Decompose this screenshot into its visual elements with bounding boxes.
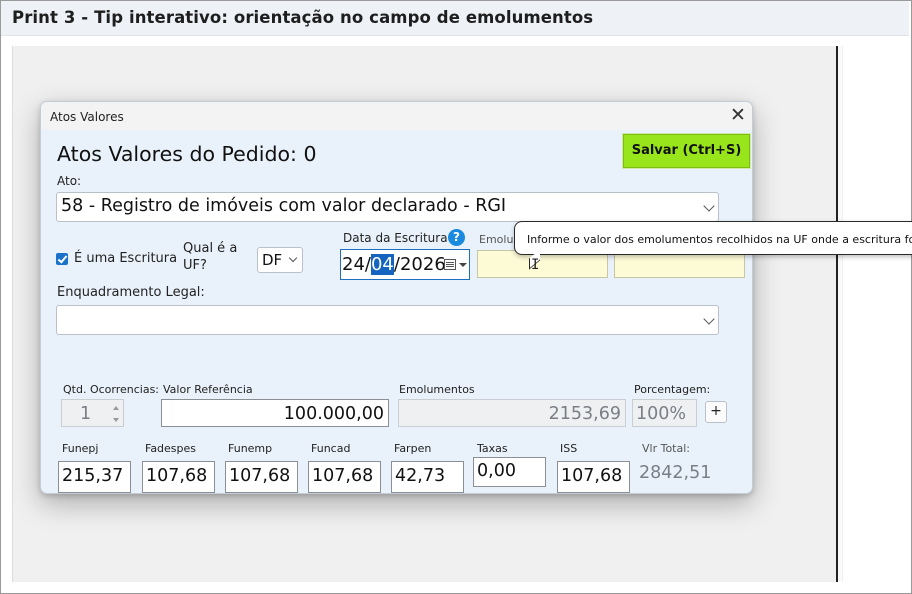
porcentagem-label: Porcentagem: (634, 383, 711, 396)
taxas-label: Taxas (477, 442, 508, 455)
uf-label-line2: UF? (183, 258, 207, 273)
help-icon[interactable]: ? (448, 229, 465, 246)
page-header: Print 3 - Tip interativo: orientação no … (1, 1, 909, 36)
taxas-input[interactable]: 0,00 (473, 457, 546, 487)
qtd-label: Qtd. Ocorrencias: (63, 383, 160, 396)
save-button[interactable]: Salvar (Ctrl+S) (623, 134, 750, 168)
uf-label-line1: Qual é a (183, 241, 238, 256)
farpen-value: 42,73 (395, 466, 446, 486)
chevron-down-icon (703, 313, 715, 325)
enquadramento-label: Enquadramento Legal: (57, 285, 205, 300)
add-button[interactable]: + (705, 401, 727, 423)
tooltip-text: Informe o valor dos emolumentos recolhid… (527, 233, 912, 246)
ato-value: 58 - Registro de imóveis com valor decla… (61, 196, 507, 216)
funcad-input[interactable]: 107,68 (308, 461, 381, 493)
funemp-value: 107,68 (229, 466, 291, 486)
fadespes-input[interactable]: 107,68 (142, 461, 215, 493)
porcentagem-field: 100% (632, 399, 697, 427)
data-escritura-picker[interactable]: 24/04/2026 (340, 249, 470, 280)
fadespes-value: 107,68 (146, 466, 208, 486)
ato-select[interactable]: 58 - Registro de imóveis com valor decla… (56, 192, 719, 222)
chevron-down-icon (703, 200, 715, 212)
farpen-label: Farpen (394, 442, 432, 455)
date-text: 24/04/2026 (342, 254, 446, 275)
qtd-value: 1 (80, 404, 92, 424)
escritura-label: É uma Escritura (74, 251, 178, 266)
close-icon[interactable]: ✕ (728, 106, 748, 126)
emolumentos-label: Emolumentos (399, 383, 475, 396)
valor-referencia-label: Valor Referência (163, 383, 253, 396)
funcad-value: 107,68 (312, 466, 374, 486)
window-titlebar: Atos Valores ✕ (41, 102, 752, 130)
emolumentos-tooltip: Informe o valor dos emolumentos recolhid… (514, 221, 912, 270)
valor-referencia-input[interactable]: 100.000,00 (161, 399, 389, 427)
iss-value: 107,68 (561, 466, 623, 486)
calendar-icon[interactable] (444, 259, 456, 270)
spin-down-icon[interactable] (113, 418, 119, 422)
data-escritura-label: Data da Escritura (343, 231, 448, 245)
right-margin (838, 46, 842, 582)
chevron-down-icon (459, 263, 467, 267)
funemp-label: Funemp (228, 442, 273, 455)
funepj-value: 215,37 (62, 466, 124, 486)
taxas-value: 0,00 (477, 461, 516, 481)
ato-label: Ato: (57, 174, 82, 188)
emolumentos-field: 2153,69 (398, 399, 626, 427)
qtd-stepper[interactable]: 1 (61, 399, 124, 427)
funepj-input[interactable]: 215,37 (58, 461, 131, 493)
uf-value: DF (262, 251, 283, 269)
funemp-input[interactable]: 107,68 (225, 461, 298, 493)
vlr-total-label: Vlr Total: (642, 442, 690, 455)
uf-select[interactable]: DF (257, 247, 303, 273)
valor-referencia-value: 100.000,00 (283, 404, 384, 424)
funepj-label: Funepj (62, 442, 99, 455)
iss-input[interactable]: 107,68 (557, 461, 630, 493)
escritura-checkbox[interactable] (56, 253, 68, 265)
funcad-label: Funcad (311, 442, 351, 455)
text-cursor-icon: I (531, 257, 540, 273)
spin-up-icon[interactable] (113, 406, 119, 410)
iss-label: ISS (560, 442, 578, 455)
porcentagem-value: 100% (636, 404, 687, 424)
page-title: Print 3 - Tip interativo: orientação no … (12, 8, 594, 27)
vlr-total-value: 2842,51 (639, 463, 712, 483)
enquadramento-select[interactable] (56, 305, 719, 335)
atos-valores-window: Atos Valores ✕ Atos Valores do Pedido: 0… (40, 101, 753, 494)
farpen-input[interactable]: 42,73 (391, 461, 464, 493)
fadespes-label: Fadespes (145, 442, 197, 455)
emolumentos-value: 2153,69 (548, 404, 621, 424)
window-title: Atos Valores (50, 110, 124, 124)
dialog-heading: Atos Valores do Pedido: 0 (57, 142, 317, 166)
chevron-down-icon (288, 253, 298, 263)
date-month-selected: 04 (370, 254, 394, 275)
